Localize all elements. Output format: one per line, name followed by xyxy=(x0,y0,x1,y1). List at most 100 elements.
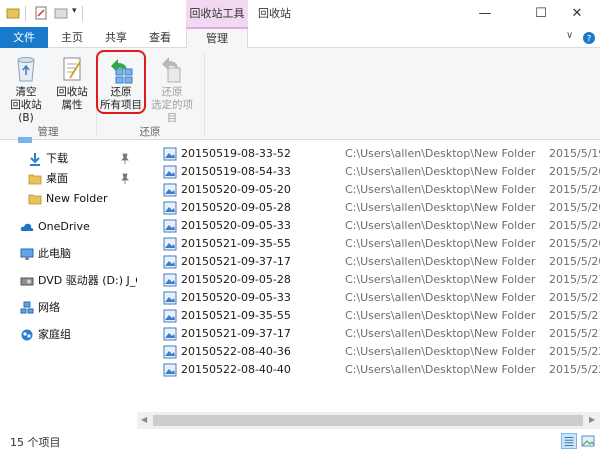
minimize-button[interactable]: — xyxy=(462,0,508,27)
file-name: 20150520-09-05-28 xyxy=(181,201,291,214)
homegroup-icon xyxy=(21,329,33,341)
empty-label-1: 清空 xyxy=(15,86,37,98)
image-file-icon xyxy=(163,345,177,359)
computer-icon xyxy=(20,248,34,260)
nav-item-this-pc[interactable]: 此电脑 xyxy=(0,244,137,264)
image-file-icon xyxy=(163,201,177,215)
tab-file[interactable]: 文件 xyxy=(0,27,48,48)
tab-view[interactable]: 查看 xyxy=(138,27,182,48)
file-row[interactable]: 20150520-09-05-28 C:\Users\allen\Desktop\… xyxy=(163,199,600,217)
file-row[interactable]: 20150520-09-05-33 C:\Users\allen\Desktop\… xyxy=(163,217,600,235)
file-row[interactable]: 20150519-08-33-52 C:\Users\allen\Desktop\… xyxy=(163,145,600,163)
file-date-deleted: 2015/5/21 xyxy=(549,327,600,340)
file-date-deleted: 2015/5/20 xyxy=(549,201,600,214)
file-name: 20150521-09-35-55 xyxy=(181,309,291,322)
file-date-deleted: 2015/5/21 xyxy=(549,309,600,322)
empty-recycle-bin-button[interactable]: 清空 回收站(B) xyxy=(4,54,48,125)
file-name: 20150521-09-35-55 xyxy=(181,237,291,250)
nav-label: DVD 驱动器 (D:) J_C xyxy=(38,274,137,287)
restore-selected-items-button[interactable]: 还原 选定的项目 xyxy=(146,54,198,125)
title-bar: ▾ 回收站工具 回收站 — ☐ ✕ xyxy=(0,0,600,27)
file-name: 20150520-09-05-20 xyxy=(181,183,291,196)
dvd-icon xyxy=(20,277,34,286)
status-bar: 15 个项目 xyxy=(0,431,600,451)
file-row[interactable]: 20150520-09-05-28 C:\Users\allen\Desktop\… xyxy=(163,271,600,289)
nav-item-network[interactable]: 网络 xyxy=(0,298,137,318)
file-row[interactable]: 20150522-08-40-36 C:\Users\allen\Desktop\… xyxy=(163,343,600,361)
help-icon[interactable]: ? xyxy=(582,31,596,45)
file-name: 20150521-09-37-17 xyxy=(181,327,291,340)
file-date-deleted: 2015/5/22 xyxy=(549,363,600,376)
tab-home[interactable]: 主页 xyxy=(50,27,94,48)
file-name: 20150522-08-40-40 xyxy=(181,363,291,376)
file-name: 20150522-08-40-36 xyxy=(181,345,291,358)
image-file-icon xyxy=(163,363,177,377)
restore-selected-label-1: 还原 xyxy=(161,86,183,98)
image-file-icon xyxy=(163,255,177,269)
file-row[interactable]: 20150521-09-37-17 C:\Users\allen\Desktop\… xyxy=(163,325,600,343)
ribbon-tabs: 文件 主页 共享 查看 管理 ∨ ? xyxy=(0,27,600,49)
scroll-right-arrow-icon[interactable]: ▶ xyxy=(589,415,595,424)
ribbon-collapse-button[interactable]: ∨ xyxy=(566,30,573,41)
file-row[interactable]: 20150520-09-05-33 C:\Users\allen\Desktop\… xyxy=(163,289,600,307)
large-icons-view-icon[interactable] xyxy=(580,433,596,449)
restore-all-icon xyxy=(111,59,133,84)
file-original-location: C:\Users\allen\Desktop\New Folder xyxy=(345,219,536,232)
empty-recycle-bin-icon xyxy=(17,57,35,82)
image-file-icon xyxy=(163,165,177,179)
app-folder-icon[interactable] xyxy=(6,6,20,20)
nav-item-homegroup[interactable]: 家庭组 xyxy=(0,325,137,345)
title-separator xyxy=(82,6,83,21)
scroll-left-arrow-icon[interactable]: ◀ xyxy=(141,415,147,424)
file-date-deleted: 2015/5/19 xyxy=(549,147,600,160)
close-button[interactable]: ✕ xyxy=(554,0,600,27)
new-folder-quick-icon[interactable] xyxy=(54,6,68,20)
tab-manage[interactable]: 管理 xyxy=(186,27,248,49)
tab-share[interactable]: 共享 xyxy=(94,27,138,48)
file-row[interactable]: 20150520-09-05-20 C:\Users\allen\Desktop\… xyxy=(163,181,600,199)
file-original-location: C:\Users\allen\Desktop\New Folder xyxy=(345,147,536,160)
horizontal-scrollbar[interactable]: ◀ ▶ xyxy=(137,412,600,429)
pin-icon[interactable] xyxy=(120,173,130,185)
file-row[interactable]: 20150521-09-35-55 C:\Users\allen\Desktop\… xyxy=(163,235,600,253)
restore-selected-icon xyxy=(162,57,181,83)
properties-label-1: 回收站 xyxy=(56,86,88,98)
file-date-deleted: 2015/5/20 xyxy=(549,237,600,250)
file-original-location: C:\Users\allen\Desktop\New Folder xyxy=(345,363,536,376)
nav-item-onedrive[interactable]: OneDrive xyxy=(0,217,137,237)
restore-all-items-button[interactable]: 还原 所有项目 xyxy=(98,54,144,112)
restore-selected-label-2: 选定的项目 xyxy=(151,99,193,124)
properties-quick-icon[interactable] xyxy=(34,6,48,20)
recycle-bin-properties-button[interactable]: 回收站 属性 xyxy=(52,54,92,112)
customize-quick-access-icon[interactable]: ▾ xyxy=(72,6,77,16)
file-name: 20150519-08-33-52 xyxy=(181,147,291,160)
download-arrow-icon xyxy=(30,153,40,166)
file-original-location: C:\Users\allen\Desktop\New Folder xyxy=(345,309,536,322)
file-row[interactable]: 20150522-08-40-40 C:\Users\allen\Desktop\… xyxy=(163,361,600,379)
nav-item-dvd-drive[interactable]: DVD 驱动器 (D:) J_C xyxy=(0,271,137,291)
image-file-icon xyxy=(163,237,177,251)
ribbon-panel: 清空 回收站(B) 回收站 属性 管理 还原 所有项目 还原 选定的项目 还原 xyxy=(0,48,600,140)
nav-label: 网络 xyxy=(38,301,60,314)
properties-icon xyxy=(63,57,81,81)
file-row[interactable]: 20150519-08-54-33 C:\Users\allen\Desktop\… xyxy=(163,163,600,181)
properties-label-2: 属性 xyxy=(61,99,83,111)
pin-icon[interactable] xyxy=(120,153,130,165)
title-separator xyxy=(25,6,26,21)
navigation-pane: 下载 桌面 New Folder OneDrive 此电脑 DVD 驱动器 (D… xyxy=(0,137,137,431)
folder-icon xyxy=(28,174,42,185)
file-name: 20150520-09-05-28 xyxy=(181,273,291,286)
nav-item-new-folder[interactable]: New Folder xyxy=(0,189,137,209)
details-view-icon[interactable] xyxy=(561,433,577,449)
file-row[interactable]: 20150521-09-35-55 C:\Users\allen\Desktop\… xyxy=(163,307,600,325)
empty-label-2: 回收站(B) xyxy=(10,99,42,124)
nav-item-desktop[interactable]: 桌面 xyxy=(0,169,137,189)
scrollbar-thumb[interactable] xyxy=(153,415,583,426)
help-glyph: ? xyxy=(587,35,592,45)
file-original-location: C:\Users\allen\Desktop\New Folder xyxy=(345,201,536,214)
nav-item-downloads[interactable]: 下载 xyxy=(0,149,137,169)
nav-label: OneDrive xyxy=(38,220,90,233)
file-list: 20150519-08-33-52 C:\Users\allen\Desktop\… xyxy=(137,141,600,431)
file-name: 20150520-09-05-33 xyxy=(181,291,291,304)
file-row[interactable]: 20150521-09-37-17 C:\Users\allen\Desktop\… xyxy=(163,253,600,271)
